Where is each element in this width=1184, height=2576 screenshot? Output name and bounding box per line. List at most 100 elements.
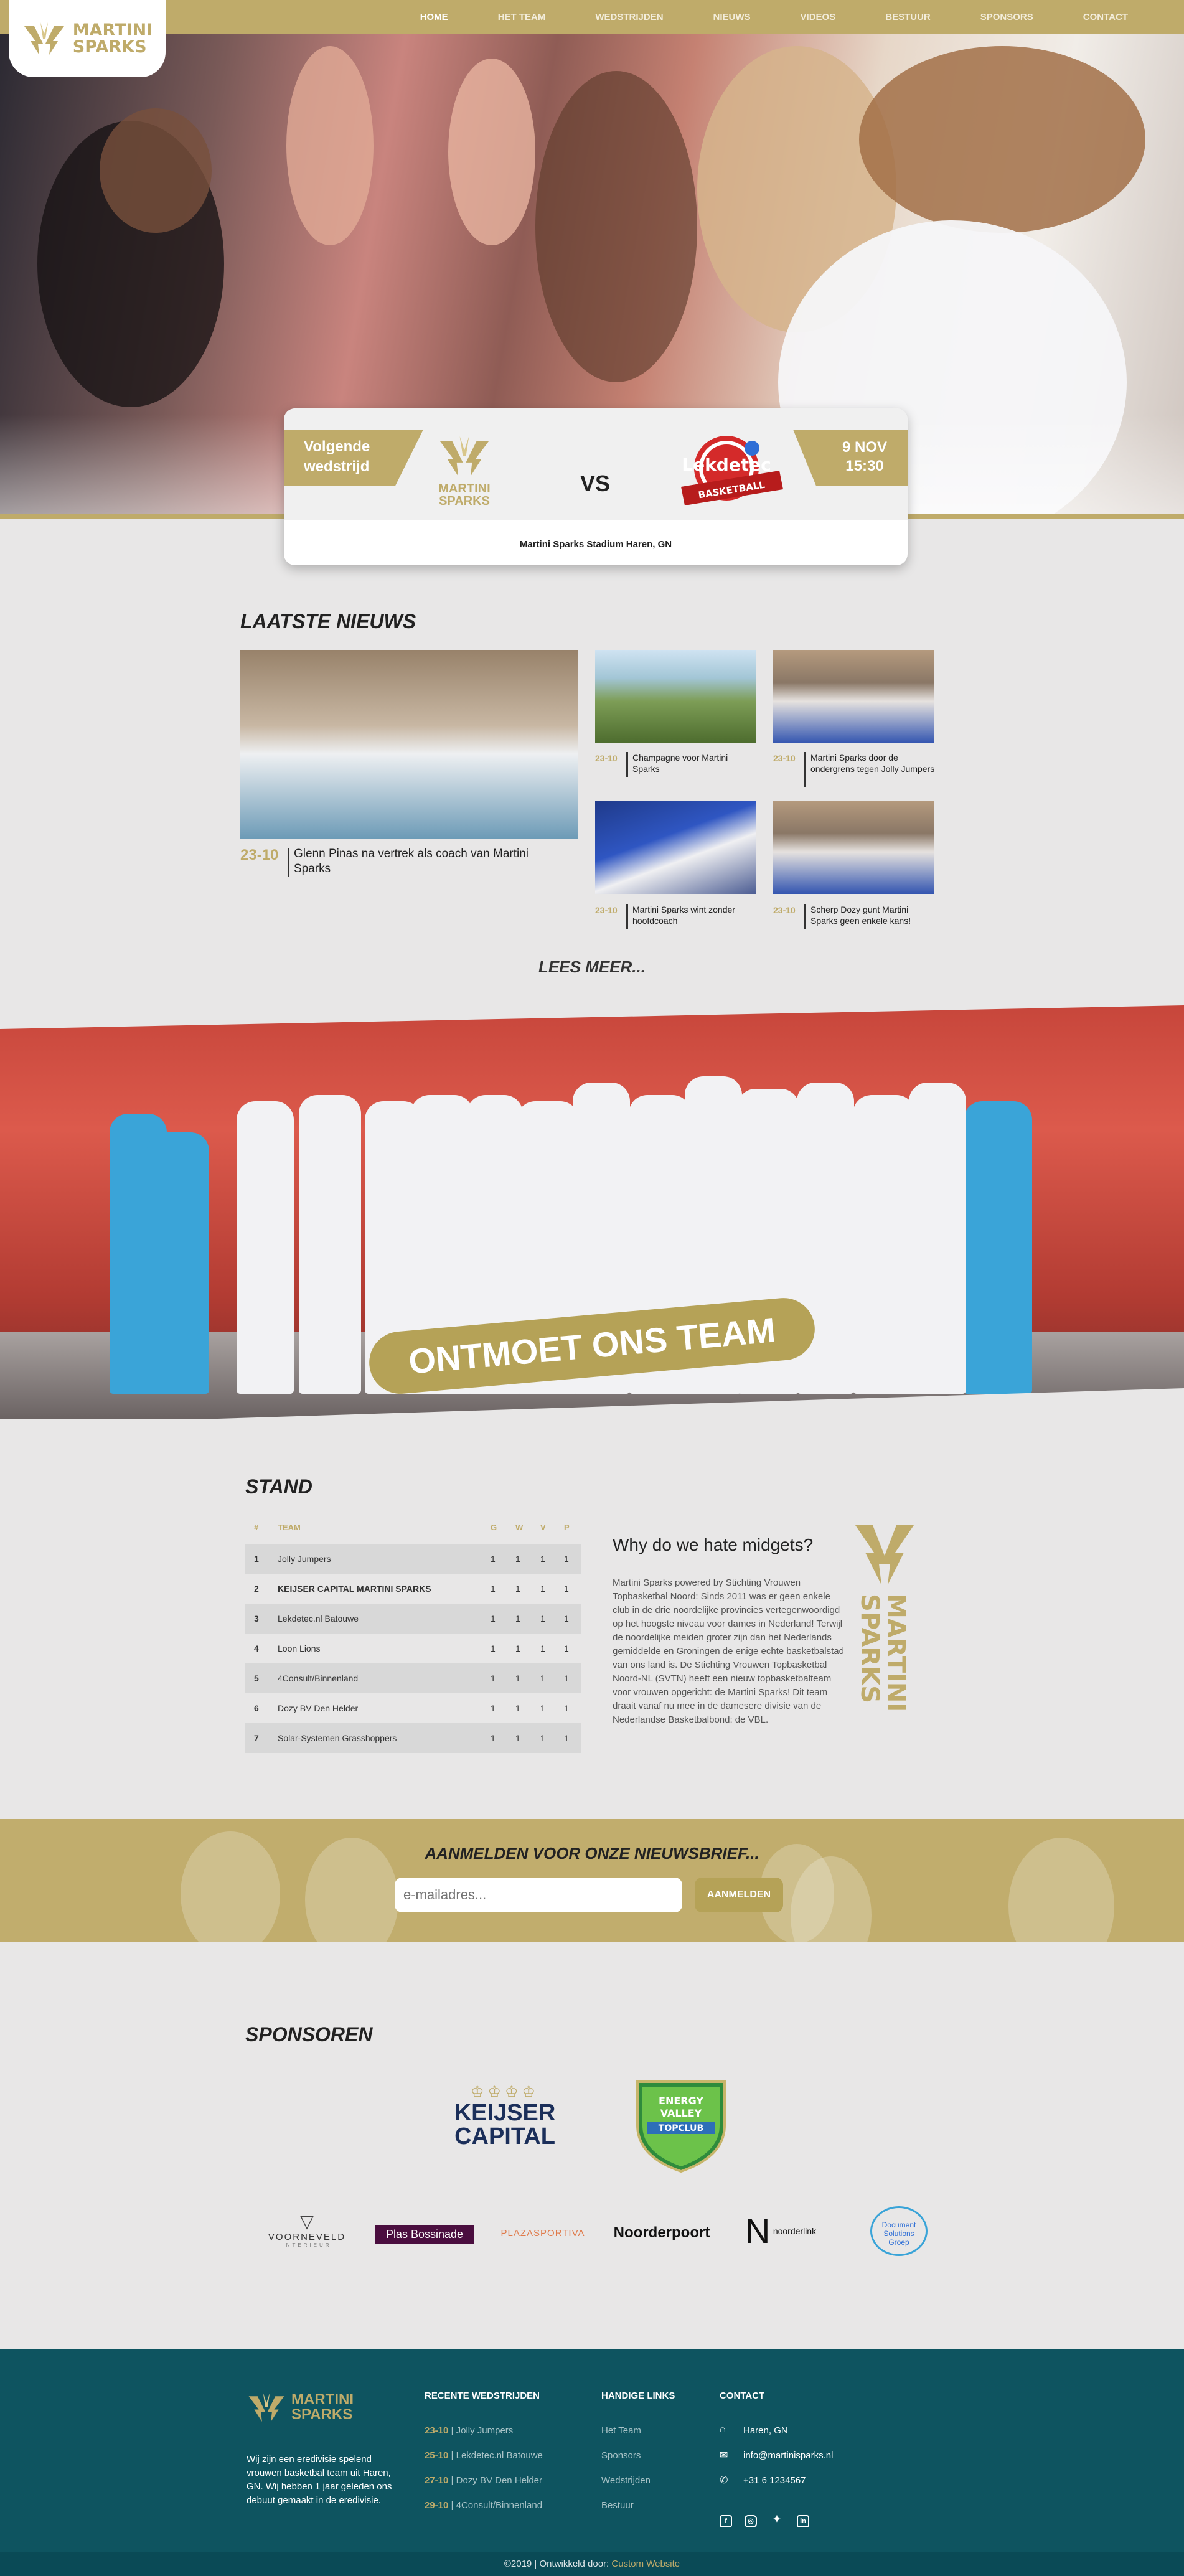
home-team-logo: MARTINI SPARKS	[421, 433, 508, 514]
newsletter-email-input[interactable]	[395, 1878, 682, 1912]
copyright-text: ©2019 | Ontwikkeld door:	[504, 2559, 612, 2569]
news-item-title[interactable]: Champagne voor Martini Sparks	[632, 752, 757, 774]
standings-row: 7 Solar-Systemen Grasshoppers 1 1 1 1	[245, 1723, 581, 1753]
footer-phone[interactable]: +31 6 1234567	[743, 2475, 806, 2486]
news-item-image[interactable]	[773, 801, 934, 894]
sparks-logo-icon	[248, 2392, 284, 2422]
envelope-icon: ✉	[720, 2450, 728, 2461]
copyright-bar: ©2019 | Ontwikkeld door: Custom Website	[0, 2552, 1184, 2576]
standings-row: 6 Dozy BV Den Helder 1 1 1 1	[254, 1703, 569, 1713]
sponsor-noorderpoort[interactable]: Noorderpoort	[609, 2224, 715, 2242]
read-more-link[interactable]: LEES MEER...	[0, 957, 1184, 977]
sponsor-keijser-capital[interactable]: ♔♔♔♔ KEIJSER CAPITAL	[433, 2083, 576, 2160]
news-item-image[interactable]	[595, 801, 756, 894]
news-divider	[626, 752, 628, 777]
svg-text:SPARKS: SPARKS	[855, 1594, 884, 1703]
standings-row: 4 Loon Lions 1 1 1 1	[254, 1643, 569, 1653]
footer-about-text: Wij zijn een eredivisie spelend vrouwen …	[247, 2454, 392, 2506]
nav-sponsors[interactable]: SPONSORS	[956, 12, 1058, 22]
sparks-logo-icon	[439, 436, 489, 477]
sponsor-plazasportiva[interactable]: PLAZASPORTIVA	[493, 2226, 593, 2241]
sponsor-plas-bossinade[interactable]: Plas Bossinade	[375, 2225, 474, 2244]
footer-link-bestuur[interactable]: Bestuur	[601, 2500, 634, 2511]
nav-home[interactable]: HOME	[395, 12, 473, 22]
footer-links-title: HANDIGE LINKS	[601, 2390, 675, 2401]
twitter-icon[interactable]: ✦	[771, 2515, 783, 2527]
sponsor-noorderlink[interactable]: N noorderlink	[736, 2212, 825, 2254]
match-venue: Martini Sparks Stadium Haren, GN	[519, 539, 672, 550]
news-item-image[interactable]	[595, 650, 756, 743]
news-divider	[288, 848, 289, 877]
svg-text:ENERGY: ENERGY	[659, 2095, 703, 2107]
standings-row: 2 KEIJSER CAPITAL MARTINI SPARKS 1 1 1 1	[254, 1584, 569, 1594]
standings-row: 1 Jolly Jumpers 1 1 1 1	[245, 1544, 581, 1574]
n-logo-icon: N	[745, 2211, 771, 2250]
standings-header: # TEAM G W V P	[254, 1523, 570, 1532]
nav-bestuur[interactable]: BESTUUR	[860, 12, 956, 22]
next-match-card[interactable]: Volgende wedstrijd MARTINI SPARKS VS Lek…	[284, 408, 908, 565]
about-text: Martini Sparks powered by Stichting Vrou…	[613, 1577, 844, 1725]
svg-text:MARTINI: MARTINI	[881, 1594, 910, 1712]
footer-recent-title: RECENTE WEDSTRIJDEN	[425, 2390, 540, 2401]
nav-nieuws[interactable]: NIEUWS	[688, 12, 776, 22]
sponsor-document-solutions[interactable]: Document Solutions Groep	[870, 2206, 928, 2256]
footer-address: Haren, GN	[743, 2425, 788, 2436]
instagram-icon[interactable]: ◎	[745, 2515, 757, 2527]
news-item-title[interactable]: Martini Sparks wint zonder hoofdcoach	[632, 904, 757, 926]
news-featured-title[interactable]: Glenn Pinas na vertrek als coach van Mar…	[294, 847, 555, 877]
news-section-title: LAATSTE NIEUWS	[240, 610, 416, 632]
versus-text: VS	[580, 471, 611, 496]
footer-link-wedstrijden[interactable]: Wedstrijden	[601, 2475, 651, 2486]
about-title: Why do we hate midgets?	[613, 1535, 814, 1554]
standings-row: 3 Lekdetec.nl Batouwe 1 1 1 1	[245, 1604, 581, 1634]
footer-contact-title: CONTACT	[720, 2390, 765, 2401]
news-item-title[interactable]: Martini Sparks door de ondergrens tegen …	[810, 752, 935, 774]
logo-wordmark: MARTINI SPARKS	[72, 21, 153, 57]
footer-link-het-team[interactable]: Het Team	[601, 2425, 641, 2436]
nav-videos[interactable]: VIDEOS	[776, 12, 861, 22]
footer-logo[interactable]: MARTINI SPARKS	[247, 2390, 354, 2424]
footer-recent-item[interactable]: 27-10 | Dozy BV Den Helder	[425, 2475, 542, 2486]
developer-credit-link[interactable]: Custom Website	[611, 2559, 680, 2569]
site-logo[interactable]: MARTINI SPARKS	[9, 0, 166, 77]
v-logo-icon: ▽	[300, 2212, 314, 2231]
svg-text:VALLEY: VALLEY	[660, 2107, 702, 2119]
nav-het-team[interactable]: HET TEAM	[473, 12, 571, 22]
sponsors-title: SPONSOREN	[245, 2023, 373, 2046]
footer-email[interactable]: info@martinisparks.nl	[743, 2450, 833, 2461]
svg-text:TOPCLUB: TOPCLUB	[659, 2123, 703, 2133]
news-divider	[804, 904, 806, 929]
sponsor-energy-valley[interactable]: ENERGY VALLEY TOPCLUB	[634, 2075, 728, 2174]
footer-recent-item[interactable]: 23-10 | Jolly Jumpers	[425, 2425, 513, 2436]
news-divider	[804, 752, 806, 787]
main-nav: HOME HET TEAM WEDSTRIJDEN NIEUWS VIDEOS …	[395, 0, 1153, 34]
news-featured-date: 23-10	[240, 847, 279, 863]
news-item-date: 23-10	[595, 905, 618, 915]
newsletter-submit-button[interactable]: AANMELDEN	[695, 1878, 783, 1912]
news-item-date: 23-10	[595, 753, 618, 763]
standings-row: 5 4Consult/Binnenland 1 1 1 1	[245, 1663, 581, 1693]
away-team-logo: Lekdetec BASKETBALL	[667, 432, 792, 513]
phone-icon: ✆	[720, 2475, 728, 2486]
news-item-title[interactable]: Scherp Dozy gunt Martini Sparks geen enk…	[810, 904, 935, 926]
home-icon: ⌂	[720, 2424, 726, 2435]
vertical-logo: MARTINI SPARKS	[850, 1525, 919, 1756]
news-item-date: 23-10	[773, 905, 796, 915]
crown-icon: ♔♔♔♔	[470, 2084, 540, 2100]
footer	[0, 2349, 1184, 2552]
nav-wedstrijden[interactable]: WEDSTRIJDEN	[570, 12, 688, 22]
news-featured-image[interactable]	[240, 650, 578, 839]
nav-contact[interactable]: CONTACT	[1058, 12, 1153, 22]
facebook-icon[interactable]: f	[720, 2515, 732, 2527]
newsletter-title: AANMELDEN VOOR ONZE NIEUWSBRIEF...	[425, 1844, 759, 1863]
news-item-image[interactable]	[773, 650, 934, 743]
standings-title: STAND	[245, 1475, 312, 1498]
svg-text:Lekdetec: Lekdetec	[682, 454, 771, 475]
footer-link-sponsors[interactable]: Sponsors	[601, 2450, 641, 2461]
sparks-logo-icon	[24, 22, 64, 55]
footer-recent-item[interactable]: 25-10 | Lekdetec.nl Batouwe	[425, 2450, 543, 2461]
sponsor-voorneveld[interactable]: ▽ VOORNEVELD INTERIEUR	[261, 2211, 352, 2255]
news-divider	[626, 904, 628, 929]
linkedin-icon[interactable]: in	[797, 2515, 809, 2527]
footer-recent-item[interactable]: 29-10 | 4Consult/Binnenland	[425, 2500, 542, 2511]
